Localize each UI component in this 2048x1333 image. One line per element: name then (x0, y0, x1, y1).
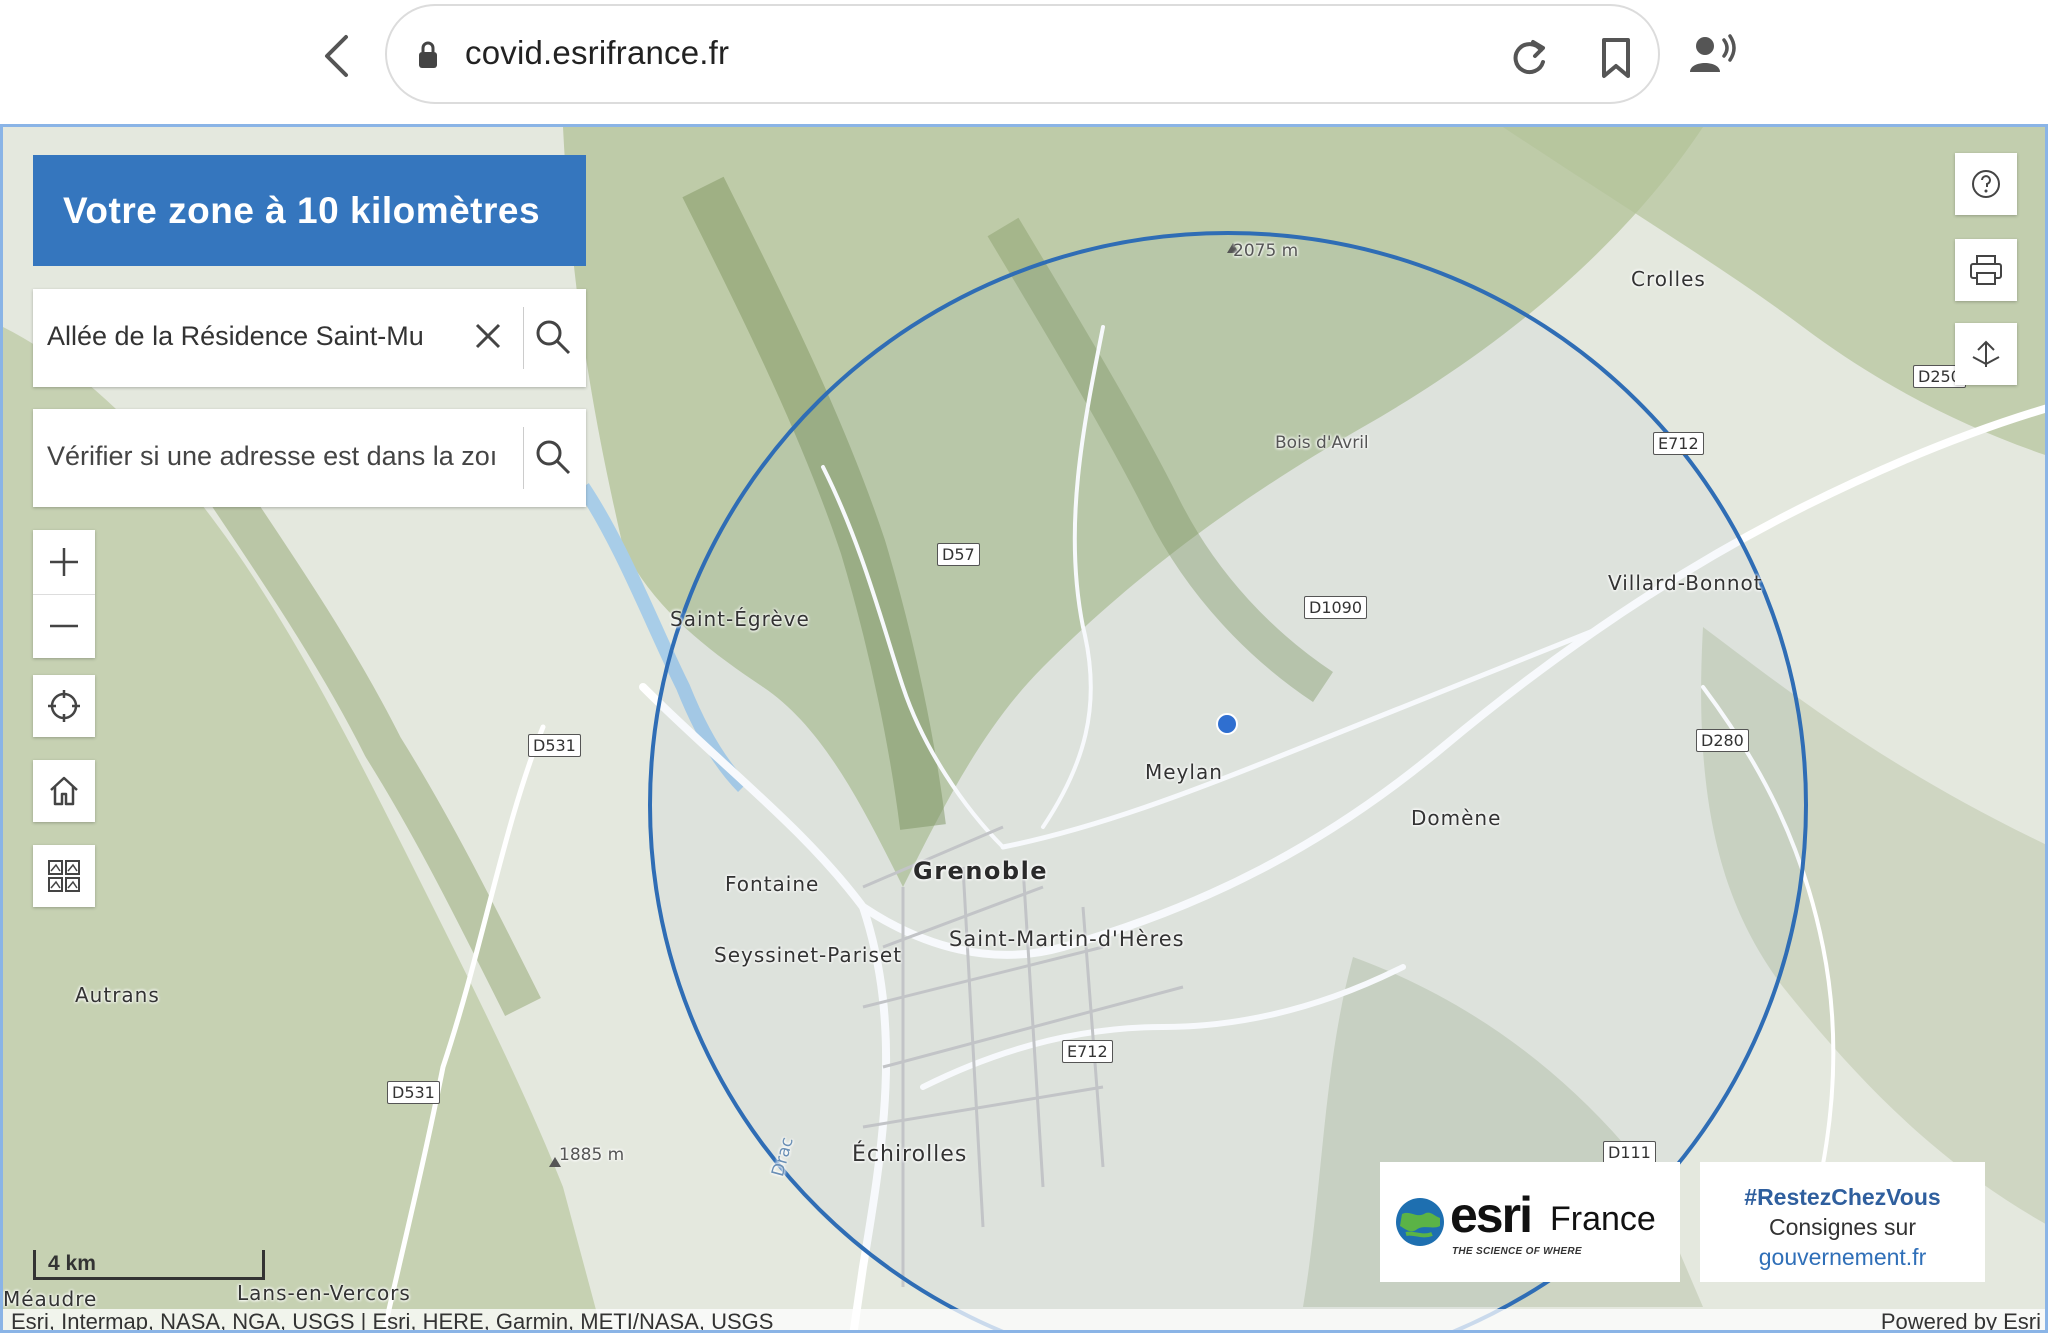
address-search-input[interactable]: Allée de la Résidence Saint-Mu (47, 321, 467, 352)
home-button[interactable] (33, 760, 95, 822)
esri-wordmark: esri (1450, 1187, 1533, 1243)
zoom-in-button[interactable] (33, 530, 95, 595)
browser-toolbar: covid.esrifrance.fr (0, 0, 2048, 124)
powered-by-esri[interactable]: Powered by Esri (1881, 1309, 2041, 1330)
zone-title: Votre zone à 10 kilomètres (63, 189, 541, 231)
basemap-gallery-icon (48, 860, 80, 892)
search-divider (523, 427, 524, 489)
print-icon (1970, 255, 2002, 285)
place-fontaine: Fontaine (725, 872, 820, 896)
share-icon (1972, 340, 2000, 367)
road-shield-d531-south: D531 (387, 1081, 440, 1104)
road-shield-d111: D111 (1603, 1141, 1656, 1164)
place-echirolles: Échirolles (852, 1142, 968, 1167)
basemap-gallery-button[interactable] (33, 845, 95, 907)
address-bar[interactable]: covid.esrifrance.fr (385, 4, 1660, 104)
scale-bar: 4 km (33, 1250, 265, 1280)
road-shield-d531-north: D531 (528, 734, 581, 757)
place-lans: Lans-en-Vercors (237, 1281, 411, 1305)
zone-title-panel: Votre zone à 10 kilomètres (33, 155, 586, 266)
locate-button[interactable] (33, 675, 95, 737)
place-autrans: Autrans (75, 983, 160, 1007)
print-button[interactable] (1955, 239, 2017, 301)
place-saint-martin: Saint-Martin-d'Hères (949, 927, 1185, 951)
attribution-sources: Esri, Intermap, NASA, NGA, USGS | Esri, … (11, 1309, 774, 1333)
search-icon[interactable] (533, 437, 573, 477)
clear-icon[interactable] (473, 321, 503, 351)
road-shield-e712-south: E712 (1062, 1040, 1113, 1063)
globe-icon (1396, 1198, 1444, 1246)
home-icon (50, 776, 78, 806)
france-wordmark: France (1550, 1200, 1656, 1238)
check-address-input[interactable]: Vérifier si une adresse est dans la zoı (47, 441, 517, 472)
lock-icon (419, 41, 437, 68)
road-shield-d57: D57 (937, 543, 980, 566)
minus-icon (50, 625, 78, 628)
scale-label: 4 km (48, 1252, 96, 1275)
map-view[interactable]: Saint-Égrève Meylan Grenoble Fontaine Sa… (0, 124, 2048, 1333)
back-button[interactable] (312, 30, 360, 82)
search-icon[interactable] (533, 317, 573, 357)
place-seyssinet: Seyssinet-Pariset (714, 943, 903, 967)
address-search[interactable]: Allée de la Résidence Saint-Mu (33, 289, 586, 387)
attribution-bar: Esri, Intermap, NASA, NGA, USGS | Esri, … (3, 1309, 2045, 1333)
peak-2075: 2075 m (1233, 241, 1299, 261)
esri-tagline: THE SCIENCE OF WHERE (1452, 1246, 1582, 1257)
restez-chez-vous-panel: #RestezChezVous Consignes sur gouverneme… (1700, 1162, 1985, 1282)
place-bois-avril: Bois d'Avril (1275, 433, 1369, 453)
share-button[interactable] (1955, 323, 2017, 385)
place-crolles: Crolles (1631, 267, 1706, 291)
road-shield-d280: D280 (1696, 729, 1749, 752)
place-domene: Domène (1411, 806, 1502, 830)
zoom-control (33, 530, 95, 658)
reload-icon[interactable] (1509, 36, 1549, 80)
url-text: covid.esrifrance.fr (465, 34, 730, 71)
voice-icon[interactable] (1688, 34, 1738, 74)
help-icon (1972, 170, 2000, 198)
road-shield-e712-north: E712 (1653, 432, 1704, 455)
consignes-text: Consignes sur (1768, 1214, 1917, 1240)
check-address-search[interactable]: Vérifier si une adresse est dans la zoı (33, 409, 586, 507)
place-grenoble: Grenoble (913, 857, 1049, 885)
gouvernement-link[interactable]: gouvernement.fr (1700, 1242, 1985, 1272)
bookmark-icon[interactable] (1599, 36, 1633, 80)
place-saint-egreve: Saint-Égrève (670, 607, 810, 631)
search-divider (523, 307, 524, 369)
restez-hashtag: #RestezChezVous (1744, 1184, 1941, 1210)
esri-france-logo[interactable]: esri France THE SCIENCE OF WHERE (1380, 1162, 1680, 1282)
peak-1885: 1885 m (559, 1145, 625, 1165)
help-button[interactable] (1955, 153, 2017, 215)
plus-icon (50, 547, 78, 576)
road-shield-d1090: D1090 (1304, 596, 1368, 619)
location-dot (1216, 713, 1238, 735)
place-meylan: Meylan (1145, 760, 1223, 784)
place-meaudre: Méaudre (3, 1287, 98, 1311)
zoom-out-button[interactable] (33, 595, 95, 659)
place-villard-bonnot: Villard-Bonnot (1608, 571, 1763, 595)
locate-icon (48, 690, 80, 722)
back-arrow-icon (325, 35, 348, 77)
